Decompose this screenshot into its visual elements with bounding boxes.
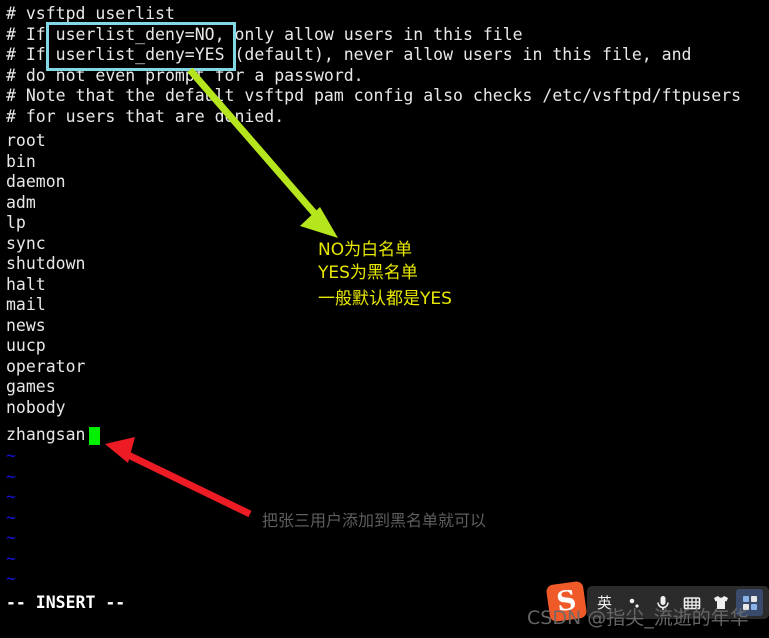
code-line: # Note that the default vsftpd pam confi… [6, 86, 742, 105]
code-line: shutdown [6, 254, 86, 273]
gray-note: 把张三用户添加到黑名单就可以 [262, 511, 487, 530]
code-line: # do not even prompt for a password. [6, 65, 364, 85]
terminal-window[interactable]: # vsftpd userlist # If userlist_deny=NO,… [0, 0, 769, 638]
empty-line-marker: ~ [6, 446, 16, 465]
code-line: operator [6, 356, 86, 376]
vim-status-line: -- INSERT -- [6, 593, 126, 612]
code-line: nobody [6, 397, 66, 417]
code-line: halt [6, 274, 46, 294]
code-line: # vsftpd userlist [6, 4, 175, 23]
code-line: # for users that are denied. [6, 106, 285, 126]
code-line: # If userlist_deny=NO, only allow users … [6, 24, 523, 44]
code-line: uucp [6, 336, 46, 355]
empty-line-marker: ~ [6, 507, 16, 527]
yellow-note-line-1: NO为白名单 [318, 240, 413, 260]
code-line: games [6, 377, 56, 396]
code-line: news [6, 315, 46, 335]
code-line: bin [6, 151, 36, 171]
empty-line-marker: ~ [6, 528, 16, 547]
code-line: lp [6, 213, 26, 232]
code-line: adm [6, 192, 36, 212]
empty-line-marker: ~ [6, 466, 16, 486]
red-arrow-annotation [105, 437, 252, 518]
code-line: # If userlist_deny=YES (default), never … [6, 45, 692, 64]
empty-line-marker: ~ [6, 487, 16, 506]
code-line: sync [6, 233, 46, 253]
empty-line-marker: ~ [6, 548, 16, 568]
code-line: daemon [6, 172, 66, 191]
yellow-note-line-2: YES为黑名单 [318, 263, 418, 283]
text-cursor [89, 427, 100, 445]
code-line: root [6, 131, 46, 150]
csdn-watermark: CSDN @指尖_流逝的年华 [527, 607, 749, 629]
code-line-current: zhangsan [6, 425, 86, 444]
code-line: mail [6, 295, 46, 314]
empty-line-marker: ~ [6, 569, 16, 588]
yellow-note-line-3: 一般默认都是YES [318, 289, 452, 309]
